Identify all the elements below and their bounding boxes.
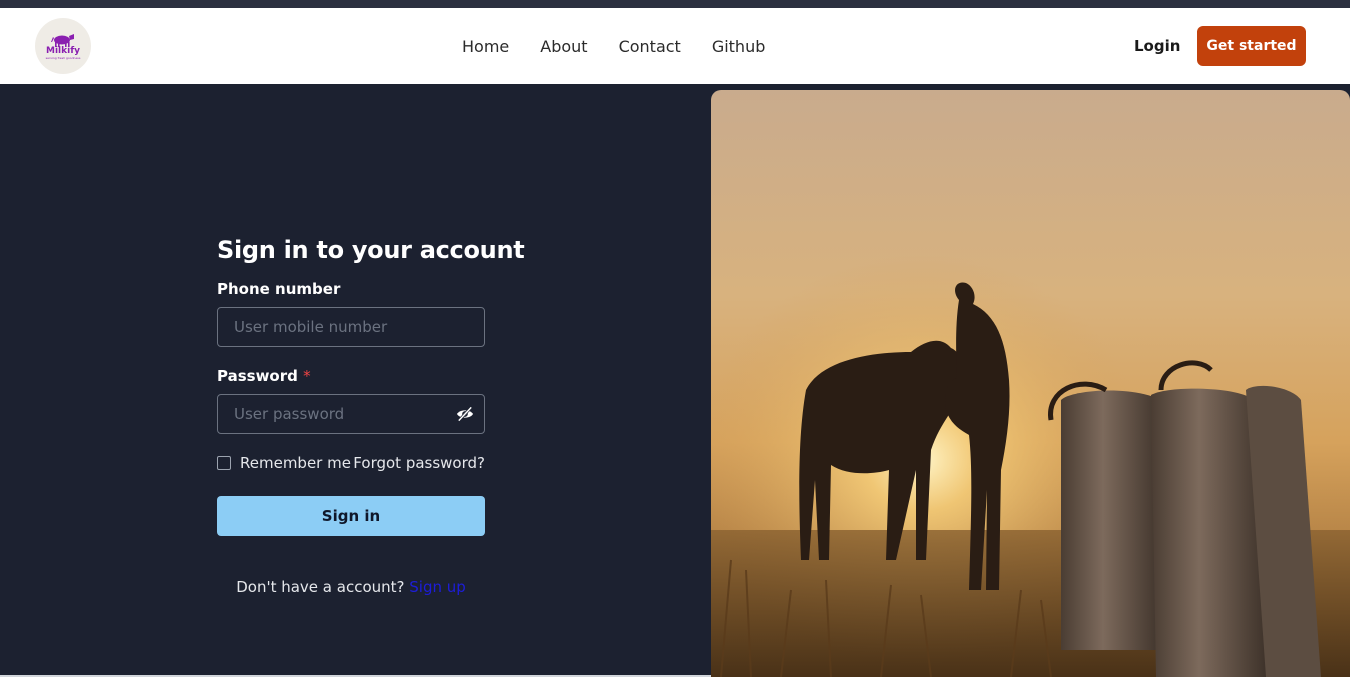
login-link[interactable]: Login xyxy=(1134,8,1180,84)
password-field-wrapper xyxy=(217,394,485,434)
page-title: Sign in to your account xyxy=(217,236,525,264)
sign-in-button[interactable]: Sign in xyxy=(217,496,485,536)
eye-slash-icon[interactable] xyxy=(456,406,474,422)
nav-link-home[interactable]: Home xyxy=(462,37,509,56)
brand-logo-text: Milkify xyxy=(46,46,80,56)
password-input[interactable] xyxy=(217,394,485,434)
sunset-farm-illustration xyxy=(711,90,1350,677)
forgot-password-link[interactable]: Forgot password? xyxy=(353,454,485,472)
sign-up-link[interactable]: Sign up xyxy=(409,578,466,596)
nav-link-contact[interactable]: Contact xyxy=(619,37,681,56)
get-started-button[interactable]: Get started xyxy=(1197,26,1306,66)
navbar: Milkify serving fresh goodness Home Abou… xyxy=(0,8,1350,84)
remember-row: Remember me Forgot password? xyxy=(217,454,485,472)
top-strip xyxy=(0,0,1350,8)
remember-me-group: Remember me xyxy=(217,454,351,472)
remember-me-label[interactable]: Remember me xyxy=(240,454,351,472)
phone-number-input[interactable] xyxy=(217,307,485,347)
main-nav: Home About Contact Github xyxy=(462,8,796,84)
password-label-text: Password xyxy=(217,367,298,385)
hero-image xyxy=(711,90,1350,677)
brand-logo[interactable]: Milkify serving fresh goodness xyxy=(35,18,91,74)
required-mark: * xyxy=(303,367,311,385)
remember-me-checkbox[interactable] xyxy=(217,456,231,470)
nav-link-about[interactable]: About xyxy=(540,37,587,56)
no-account-text: Don't have a account? xyxy=(236,578,405,596)
signup-row: Don't have a account? Sign up xyxy=(217,578,485,596)
nav-link-github[interactable]: Github xyxy=(712,37,766,56)
phone-label: Phone number xyxy=(217,280,485,298)
password-label: Password * xyxy=(217,367,485,385)
sign-in-form: Sign in to your account Phone number Pas… xyxy=(217,236,525,596)
brand-logo-tagline: serving fresh goodness xyxy=(45,56,81,60)
phone-label-text: Phone number xyxy=(217,280,341,298)
